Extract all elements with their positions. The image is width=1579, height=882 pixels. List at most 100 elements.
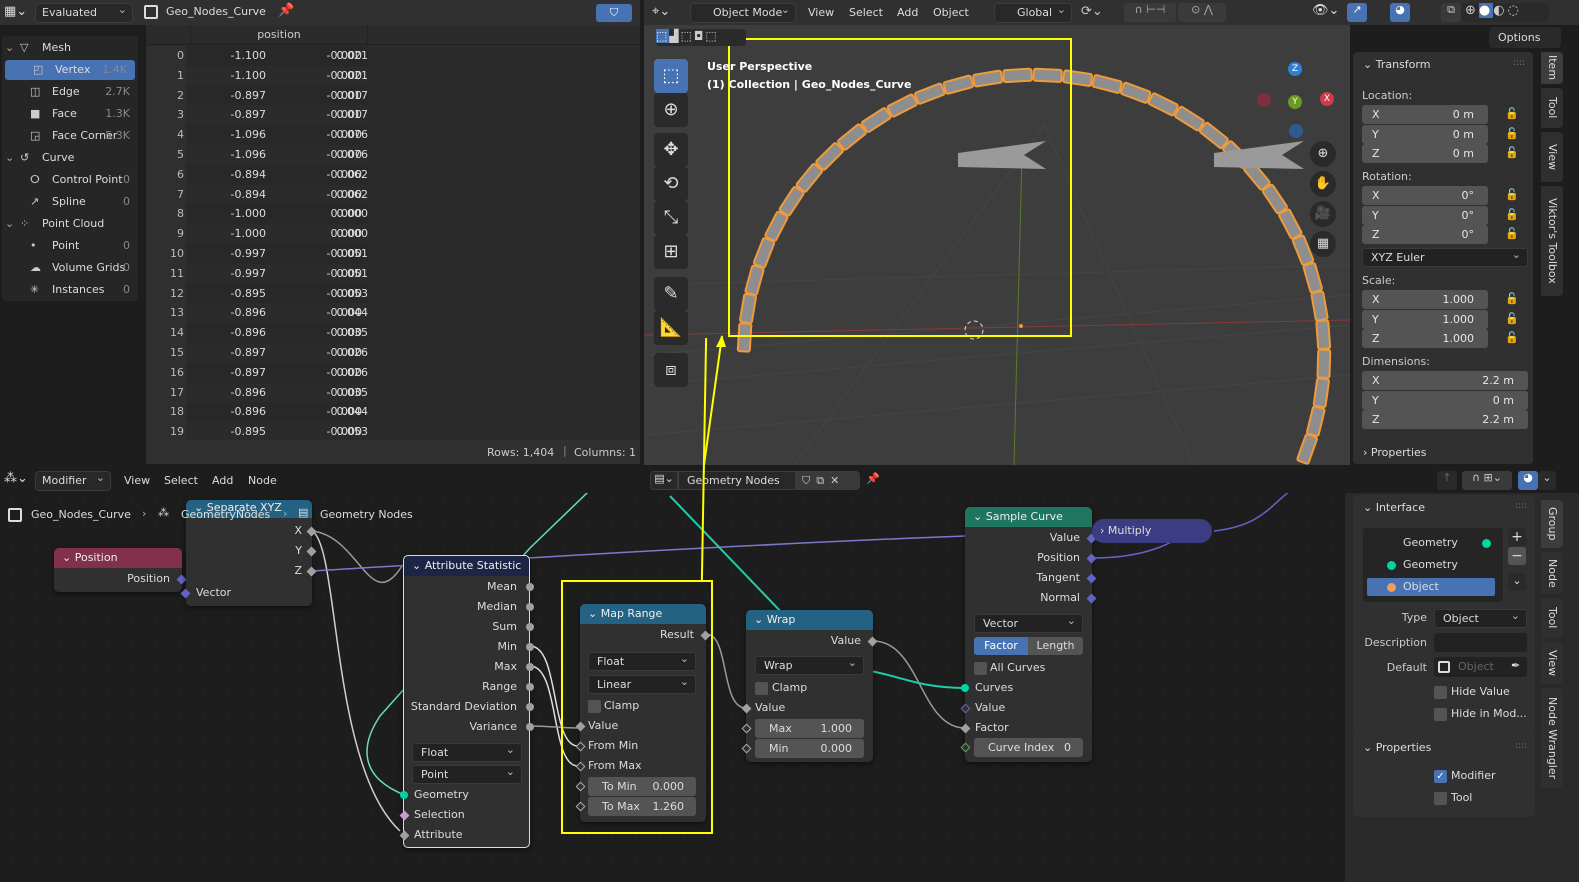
interface-item-geometry-output[interactable]: Geometry [1403, 536, 1458, 549]
domain-item-curve[interactable]: ⌄ ↺ Curve [2, 148, 138, 168]
rotation-z-field[interactable]: Z 0° [1362, 225, 1488, 244]
node-sidebar-tab-tool[interactable]: Tool [1541, 598, 1563, 638]
editor-type-nodes-icon[interactable]: ⁂⌄ [4, 471, 28, 486]
dimensions-x-field[interactable]: X 2.2 m [1362, 371, 1528, 390]
menu-add[interactable]: Add [897, 6, 918, 19]
location-z-field[interactable]: Z 0 m [1362, 144, 1488, 163]
domain-item-instances[interactable]: ✳ Instances 0 [2, 280, 138, 300]
selection-mode-buttons[interactable]: ⬚▟⬚◘⬚ [656, 29, 746, 46]
node-menu-select[interactable]: Select [164, 474, 198, 487]
socket-curves-icon[interactable] [961, 684, 969, 692]
column-header-position[interactable]: position [190, 25, 368, 45]
filter-icon[interactable]: ⛉ [596, 4, 632, 22]
properties-panel-header[interactable]: ⌄ Properties [1363, 741, 1431, 754]
domain-item-point[interactable]: • Point 0 [2, 236, 138, 256]
hide-value-checkbox[interactable] [1434, 686, 1447, 699]
domain-item-face[interactable]: ■ Face 1.3K [2, 104, 138, 124]
socket-median-icon[interactable] [526, 603, 534, 611]
all-curves-checkbox[interactable] [974, 662, 987, 675]
location-x-field[interactable]: X 0 m [1362, 105, 1488, 124]
clamp-checkbox[interactable] [588, 700, 601, 713]
node-sidebar-tab-node-wrangler[interactable]: Node Wrangler [1541, 688, 1563, 788]
domain-item-face-corner[interactable]: ◲ Face Corner 5.3K [2, 126, 138, 146]
wrap-min-field[interactable]: Min 0.000 [755, 739, 864, 758]
3d-viewport[interactable]: ⬚▟⬚◘⬚ ⬚ ⊕ ✥ ⟲ ⤡ ⊞ ✎ 📐 ⧈ User Perspective… [644, 25, 1350, 465]
domain-item-spline[interactable]: ↗ Spline 0 [2, 192, 138, 212]
lock-icon[interactable]: 🔓 [1505, 127, 1519, 140]
node-tree-name-field[interactable]: Geometry Nodes [678, 471, 796, 490]
node-map-range[interactable]: ⌄ Map Range Result Float Linear Clamp Va… [575, 604, 711, 822]
domain-dropdown[interactable]: Point [412, 763, 522, 784]
data-type-dropdown[interactable]: Float [412, 741, 522, 762]
curve-index-field[interactable]: Curve Index 0 [974, 738, 1083, 757]
lock-icon[interactable]: 🔓 [1505, 292, 1519, 305]
measure-tool-icon[interactable]: 📐 [654, 311, 688, 345]
socket-variance-icon[interactable] [526, 723, 534, 731]
lock-icon[interactable]: 🔓 [1505, 227, 1519, 240]
context-dropdown[interactable]: Modifier [35, 469, 111, 491]
gizmo-neg-z[interactable] [1289, 124, 1303, 138]
socket-sum-icon[interactable] [526, 623, 534, 631]
chevron-down-icon[interactable]: ⌄ [5, 214, 14, 234]
socket-type-dropdown[interactable]: Object [1434, 607, 1527, 628]
sidebar-tab-viktor-s-toolbox[interactable]: Viktor's Toolbox [1541, 186, 1563, 296]
rotation-x-field[interactable]: X 0° [1362, 186, 1488, 205]
domain-item-control-point[interactable]: ⵔ Control Point 0 [2, 170, 138, 190]
scale-x-field[interactable]: X 1.000 [1362, 290, 1488, 309]
domain-item-volume-grids[interactable]: ☁ Volume Grids 0 [2, 258, 138, 278]
socket-mean-icon[interactable] [526, 583, 534, 591]
transform-orientation-dropdown[interactable]: Global [994, 1, 1072, 23]
cursor-tool-icon[interactable]: ⊕ [654, 93, 688, 127]
mode-factor-button[interactable]: Factor [974, 637, 1028, 655]
interface-panel-header[interactable]: ⌄ Interface [1363, 501, 1425, 514]
lock-icon[interactable]: 🔓 [1505, 331, 1519, 344]
sidebar-tab-tool[interactable]: Tool [1541, 88, 1563, 128]
dimensions-z-field[interactable]: Z 2.2 m [1362, 410, 1528, 429]
editor-type-3d-icon[interactable]: ⌖⌄ [652, 4, 670, 19]
move-tool-icon[interactable]: ✥ [654, 133, 688, 167]
to-min-field[interactable]: To Min 0.000 [588, 777, 696, 796]
node-snap-icon[interactable]: ∩ ⊞⌄ [1462, 471, 1512, 490]
node-sidebar-tab-group[interactable]: Group [1541, 500, 1563, 548]
transform-tool-icon[interactable]: ⊞ [654, 235, 688, 269]
wrap-operation-dropdown[interactable]: Wrap [755, 654, 864, 675]
transform-panel-header[interactable]: ⌄ Transform [1363, 58, 1430, 71]
scale-y-field[interactable]: Y 1.000 [1362, 309, 1488, 329]
shading-modes[interactable]: ⊕●◐◌ [1461, 3, 1549, 22]
lock-icon[interactable]: 🔓 [1505, 312, 1519, 325]
menu-object[interactable]: Object [933, 6, 969, 19]
sidebar-tab-item[interactable]: Item [1541, 52, 1563, 84]
overlays-toggle-icon[interactable]: ◕ [1390, 3, 1410, 22]
rotation-mode-dropdown[interactable]: XYZ Euler [1362, 246, 1528, 267]
lock-icon[interactable]: 🔓 [1505, 146, 1519, 159]
pan-view-hand-icon[interactable]: ✋ [1310, 171, 1336, 197]
node-sidebar-tab-node[interactable]: Node [1541, 552, 1563, 594]
gizmo-neg-x[interactable] [1257, 93, 1271, 107]
properties-panel-header[interactable]: › Properties [1353, 442, 1533, 464]
hide-in-modifier-checkbox[interactable] [1434, 708, 1447, 721]
map-range-type-dropdown[interactable]: Float [588, 650, 696, 671]
proportional-edit-icon[interactable]: ⊙ ⋀ [1178, 3, 1226, 22]
lock-icon[interactable]: 🔓 [1505, 188, 1519, 201]
chevron-down-icon[interactable]: ⌄ [5, 38, 14, 58]
xray-icon[interactable]: ⧉ [1441, 3, 1461, 22]
snap-icon[interactable]: ∩ ⊢⊣ [1124, 3, 1176, 22]
description-input[interactable] [1434, 633, 1527, 652]
visibility-icon[interactable]: 👁⌄ [1312, 3, 1339, 18]
pin-icon[interactable]: 📌 [278, 3, 294, 18]
options-dropdown[interactable]: Options [1489, 27, 1561, 48]
scale-z-field[interactable]: Z 1.000 [1362, 329, 1488, 348]
drag-handle-icon[interactable]: :::: [1515, 501, 1527, 511]
domain-item-mesh[interactable]: ⌄ ▽ Mesh [2, 38, 138, 58]
menu-view[interactable]: View [808, 6, 834, 19]
add-socket-button[interactable]: + [1508, 528, 1526, 546]
chevron-down-icon[interactable]: ⌄ [5, 148, 14, 168]
socket-menu-button[interactable]: ⌄ [1508, 573, 1526, 591]
node-position[interactable]: ⌄ Position Position [54, 548, 187, 592]
node-wrap[interactable]: ⌄ Wrap Value Wrap Clamp Value Max 1.000 M… [741, 610, 878, 762]
evaluation-mode-dropdown[interactable]: Evaluated [35, 1, 133, 23]
node-multiply-collapsed[interactable]: › Multiply [1092, 519, 1212, 543]
node-sample-curve[interactable]: ⌄ Sample Curve Vector Factor Length All … [960, 507, 1097, 762]
mode-length-button[interactable]: Length [1028, 637, 1083, 655]
dimensions-y-field[interactable]: Y 0 m [1362, 390, 1528, 410]
